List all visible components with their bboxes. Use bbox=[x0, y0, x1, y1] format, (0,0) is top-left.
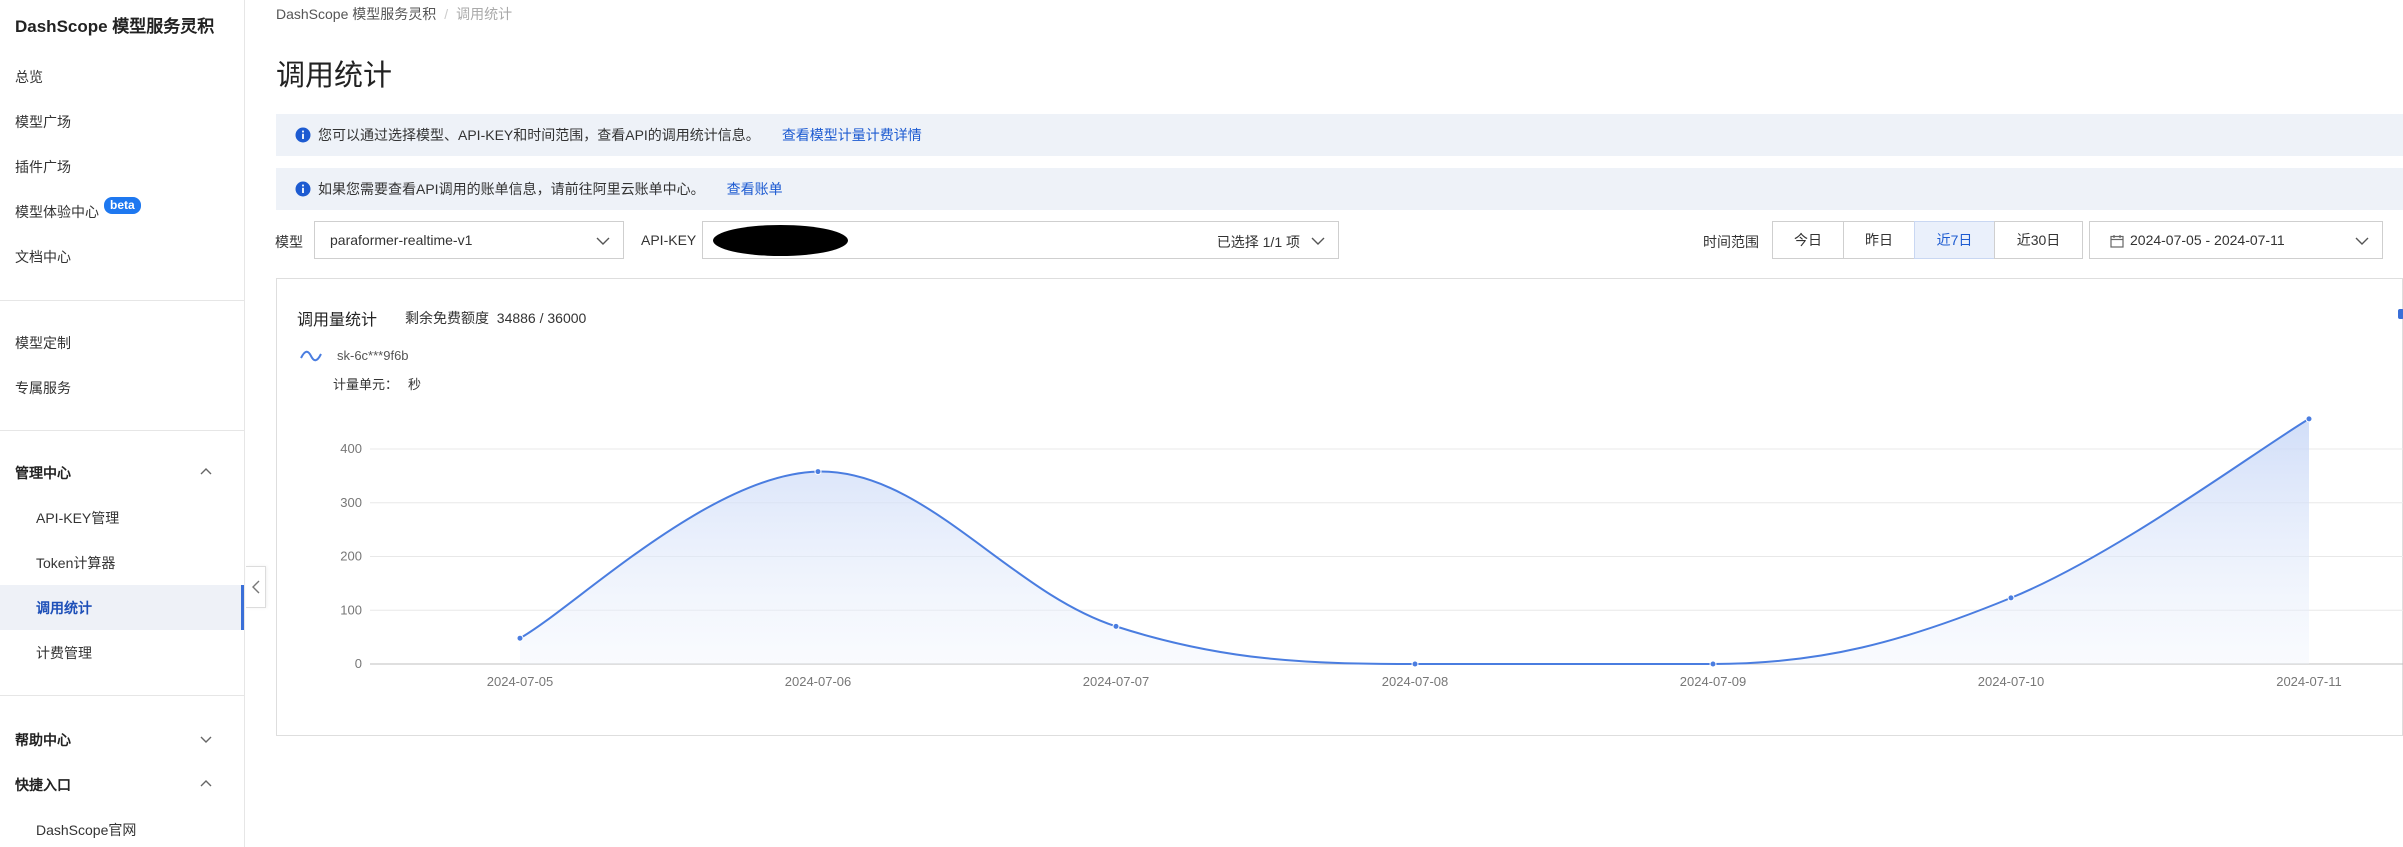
x-tick-label: 2024-07-08 bbox=[1382, 674, 1449, 689]
x-tick-label: 2024-07-11 bbox=[2276, 674, 2342, 689]
x-tick-label: 2024-07-10 bbox=[1978, 674, 2045, 689]
data-point[interactable] bbox=[814, 468, 822, 476]
x-tick-label: 2024-07-09 bbox=[1680, 674, 1747, 689]
data-point[interactable] bbox=[1709, 660, 1717, 668]
data-point[interactable] bbox=[1112, 622, 1120, 630]
series-area bbox=[520, 418, 2309, 664]
y-tick-label: 400 bbox=[340, 441, 362, 456]
y-tick-label: 100 bbox=[340, 602, 362, 617]
y-tick-label: 200 bbox=[340, 549, 362, 564]
data-point[interactable] bbox=[2007, 594, 2015, 602]
y-tick-label: 0 bbox=[355, 656, 362, 671]
data-point[interactable] bbox=[2305, 415, 2313, 423]
x-tick-label: 2024-07-07 bbox=[1083, 674, 1150, 689]
y-tick-label: 300 bbox=[340, 495, 362, 510]
usage-area-chart: 0 100 200 300 400 2024-07-05 2024-07-06 2024-0… bbox=[340, 415, 2403, 689]
data-point[interactable] bbox=[1411, 660, 1419, 668]
data-point[interactable] bbox=[516, 634, 524, 642]
x-tick-label: 2024-07-06 bbox=[785, 674, 852, 689]
x-tick-label: 2024-07-05 bbox=[487, 674, 554, 689]
